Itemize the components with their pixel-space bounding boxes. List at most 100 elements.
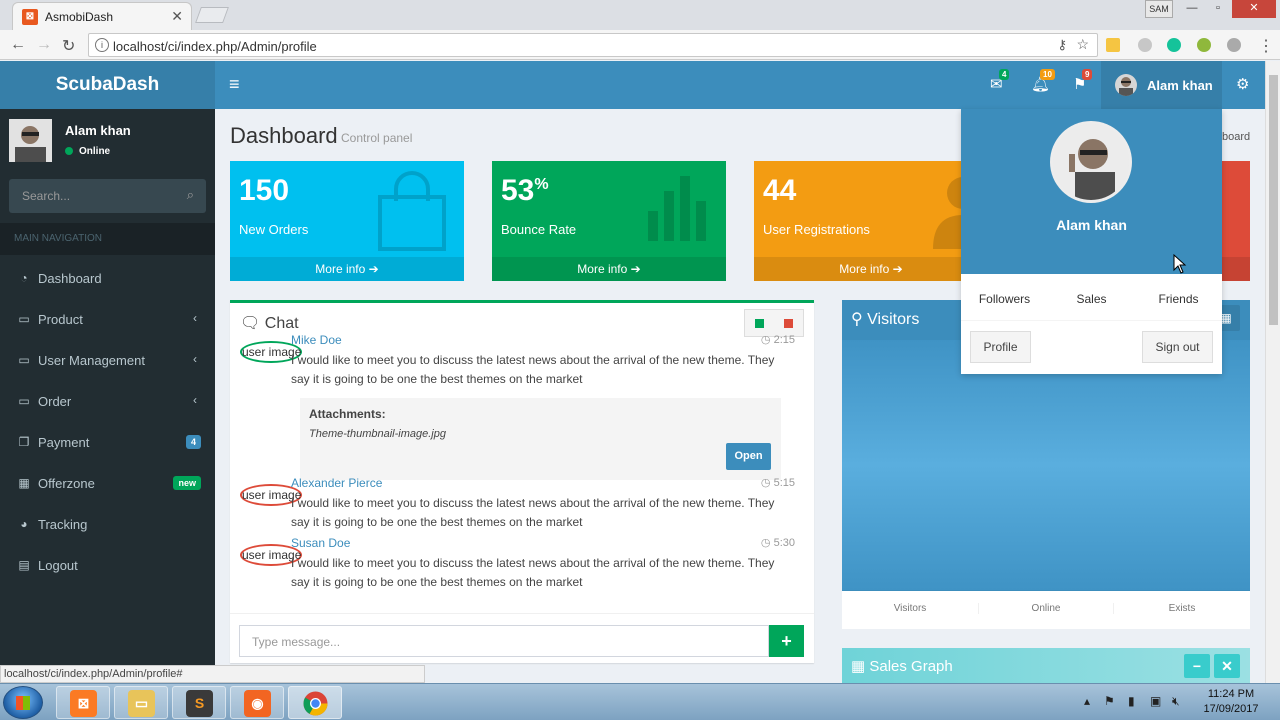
sidebar-item-payment[interactable]: ❐ Payment 4 bbox=[0, 422, 215, 463]
search-icon[interactable]: ⌕ bbox=[187, 187, 194, 203]
mail-badge: 4 bbox=[999, 69, 1010, 80]
sidebar-item-label: Product bbox=[38, 312, 83, 327]
attachment-heading: Attachments: bbox=[309, 407, 386, 421]
scrollbar-thumb[interactable] bbox=[1269, 75, 1278, 325]
sidebar-item-tracking[interactable]: ◕ Tracking bbox=[0, 504, 215, 545]
new-tab-button[interactable] bbox=[195, 7, 229, 23]
key-icon[interactable]: ⚷ bbox=[1057, 37, 1067, 53]
xampp-favicon-icon: ⊠ bbox=[22, 9, 38, 25]
taskbar-explorer[interactable]: ▭ bbox=[114, 686, 168, 719]
bell-icon[interactable]: 🔔︎ 10 bbox=[1031, 69, 1055, 93]
laptop-icon: ▭ bbox=[18, 394, 30, 408]
message-input[interactable]: Type message... bbox=[239, 625, 769, 657]
sidebar-item-product[interactable]: ▭ Product ‹ bbox=[0, 299, 215, 340]
skype-extension-icon[interactable] bbox=[1138, 38, 1152, 52]
chat-box: 🗨︎ Chat user image Mike Doe ◷ 2:15 I wou… bbox=[230, 300, 814, 663]
more-info-link[interactable]: More info ➔ bbox=[492, 257, 726, 281]
open-attachment-button[interactable]: Open bbox=[726, 443, 771, 470]
sidebar-item-label: Offerzone bbox=[38, 476, 95, 491]
sidebar-toggle-icon[interactable]: ≡ bbox=[229, 74, 240, 95]
action-center-flag-icon[interactable]: ⚑ bbox=[1104, 694, 1115, 708]
taskbar-sublime[interactable]: S bbox=[172, 686, 226, 719]
gray-extension-icon[interactable] bbox=[1227, 38, 1241, 52]
stat-value: 53% bbox=[501, 174, 549, 207]
info-icon[interactable]: i bbox=[95, 38, 109, 52]
browser-tab[interactable]: ⊠ AsmobiDash ✕ bbox=[12, 2, 192, 30]
stat-box-bounce-rate: 53% Bounce Rate More info ➔ bbox=[492, 161, 726, 281]
url-field[interactable]: i localhost/ci/index.php/Admin/profile ⚷… bbox=[88, 33, 1098, 57]
folder-icon: ▭ bbox=[128, 690, 155, 717]
new-badge: new bbox=[173, 476, 201, 490]
maximize-button[interactable]: ▫ bbox=[1206, 0, 1230, 18]
tab-close-icon[interactable]: ✕ bbox=[171, 8, 183, 25]
chrome-menu-icon[interactable]: ⋮ bbox=[1258, 36, 1274, 56]
online-toggle-button[interactable] bbox=[755, 319, 764, 328]
more-info-link[interactable]: More info ➔ bbox=[754, 257, 988, 281]
reload-icon[interactable]: ↻ bbox=[62, 36, 75, 56]
sidebar-item-logout[interactable]: ▤ Logout bbox=[0, 545, 215, 586]
network-icon[interactable]: ▣ bbox=[1150, 694, 1161, 708]
mouse-cursor-icon bbox=[1173, 254, 1187, 274]
sidebar-search-input[interactable]: Search... ⌕ bbox=[9, 179, 206, 213]
message-author[interactable]: Susan Doe bbox=[291, 536, 350, 550]
attachment-panel: Attachments: Theme-thumbnail-image.jpg O… bbox=[300, 398, 781, 480]
visitors-map[interactable] bbox=[842, 340, 1250, 590]
taskbar-chrome[interactable] bbox=[288, 686, 342, 719]
minimize-button[interactable]: — bbox=[1180, 0, 1204, 18]
remove-button[interactable]: ✕ bbox=[1214, 654, 1240, 678]
start-button[interactable] bbox=[3, 686, 43, 719]
taskbar-xampp[interactable]: ⊠ bbox=[56, 686, 110, 719]
folder-extension-icon[interactable] bbox=[1106, 38, 1120, 52]
sidebar-item-label: Dashboard bbox=[38, 271, 102, 286]
sales-link[interactable]: Sales bbox=[1048, 292, 1135, 306]
message-author[interactable]: Mike Doe bbox=[291, 333, 342, 347]
followers-link[interactable]: Followers bbox=[961, 292, 1048, 306]
message-author[interactable]: Alexander Pierce bbox=[291, 476, 382, 490]
stat-box-user-registrations: 44 User Registrations More info ➔ bbox=[754, 161, 988, 281]
clock-date: 17/09/2017 bbox=[1203, 703, 1259, 715]
breadcrumb[interactable]: board bbox=[1222, 131, 1250, 143]
forward-arrow-icon[interactable]: → bbox=[36, 36, 52, 54]
green-extension-icon[interactable] bbox=[1197, 38, 1211, 52]
laptop-icon: ▭ bbox=[18, 353, 30, 367]
sidebar-item-order[interactable]: ▭ Order ‹ bbox=[0, 381, 215, 422]
collapse-button[interactable]: − bbox=[1184, 654, 1210, 678]
grammarly-extension-icon[interactable] bbox=[1167, 38, 1181, 52]
bar-chart-icon bbox=[646, 171, 710, 244]
send-message-button[interactable]: + bbox=[769, 625, 804, 657]
sidebar-item-dashboard[interactable]: ◔ Dashboard bbox=[0, 258, 215, 299]
offline-toggle-button[interactable] bbox=[784, 319, 793, 328]
mail-icon[interactable]: ✉ 4 bbox=[990, 69, 1010, 93]
bookmark-star-icon[interactable]: ☆ bbox=[1076, 36, 1089, 53]
more-info-link[interactable]: More info ➔ bbox=[230, 257, 464, 281]
volume-muted-icon[interactable]: 🔇︎ bbox=[1172, 694, 1180, 709]
taskbar-clock[interactable]: 11:24 PM 17/09/2017 bbox=[1196, 687, 1266, 717]
flag-icon[interactable]: ⚑ 9 bbox=[1073, 69, 1093, 93]
message-text: I would like to meet you to discuss the … bbox=[291, 353, 775, 386]
sidebar-item-offerzone[interactable]: ▦ Offerzone new bbox=[0, 463, 215, 504]
stat-online: Online bbox=[978, 603, 1114, 614]
user-dropdown: Alam khan Followers Sales Friends Profil… bbox=[961, 109, 1222, 374]
gears-icon[interactable]: ⚙ bbox=[1236, 75, 1249, 93]
sidebar-item-user-management[interactable]: ▭ User Management ‹ bbox=[0, 340, 215, 381]
status-bar-url: localhost/ci/index.php/Admin/profile# bbox=[0, 665, 425, 683]
page-scrollbar[interactable] bbox=[1265, 61, 1280, 683]
close-window-button[interactable]: ✕ bbox=[1232, 0, 1276, 18]
sign-out-button[interactable]: Sign out bbox=[1142, 331, 1213, 363]
sidebar-user-panel: Alam khan Online bbox=[9, 119, 209, 171]
profile-button[interactable]: Profile bbox=[970, 331, 1031, 363]
payment-count-badge: 4 bbox=[185, 435, 201, 449]
user-menu-toggle[interactable]: Alam khan bbox=[1101, 61, 1222, 109]
address-bar: ← → ↻ i localhost/ci/index.php/Admin/pro… bbox=[0, 30, 1280, 60]
status-text: Online bbox=[79, 146, 111, 157]
profile-avatar bbox=[1050, 121, 1132, 203]
grid-icon: ▦ bbox=[851, 658, 866, 675]
tray-expand-icon[interactable]: ▴ bbox=[1084, 694, 1090, 708]
stat-box-partial-red bbox=[1222, 161, 1250, 281]
battery-icon[interactable]: ▮ bbox=[1128, 694, 1135, 708]
app-logo[interactable]: ScubaDash bbox=[0, 61, 215, 109]
taskbar-camera[interactable]: ◉ bbox=[230, 686, 284, 719]
stat-exists: Exists bbox=[1168, 603, 1196, 614]
back-arrow-icon[interactable]: ← bbox=[10, 36, 26, 54]
friends-link[interactable]: Friends bbox=[1135, 292, 1222, 306]
